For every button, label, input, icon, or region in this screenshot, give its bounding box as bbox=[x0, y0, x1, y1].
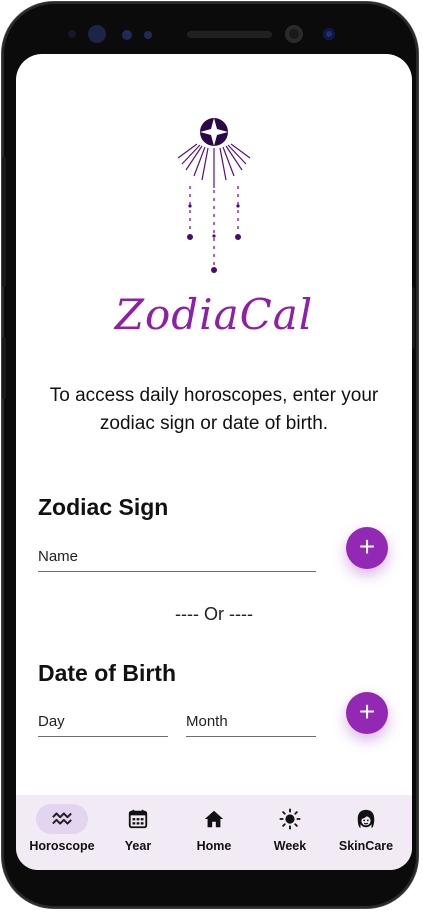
nav-label-horoscope: Horoscope bbox=[29, 839, 95, 853]
sensor bbox=[285, 25, 303, 43]
zodiacal-logo-icon bbox=[174, 104, 254, 273]
month-label: Month bbox=[186, 713, 228, 730]
nav-item-horoscope[interactable]: Horoscope bbox=[25, 795, 99, 870]
nav-label-year: Year bbox=[124, 839, 152, 853]
add-date-button[interactable]: + bbox=[346, 692, 388, 734]
intro-text: To access daily horoscopes, enter your z… bbox=[49, 385, 379, 434]
light-sensor bbox=[122, 30, 132, 40]
earpiece-speaker bbox=[187, 31, 272, 38]
nav-item-home[interactable]: Home bbox=[177, 795, 251, 870]
front-camera bbox=[323, 28, 335, 40]
nav-active-indicator bbox=[36, 804, 88, 834]
nav-item-week[interactable]: Week bbox=[253, 795, 327, 870]
date-of-birth-title: Date of Birth bbox=[38, 660, 176, 686]
phone-frame: ZodiaCal To access daily horoscopes, ent… bbox=[2, 2, 418, 908]
bixby-button bbox=[2, 337, 6, 399]
nav-item-year[interactable]: Year bbox=[101, 795, 175, 870]
home-icon bbox=[204, 810, 224, 828]
bottom-navigation: Horoscope Year Home Week SkinCare bbox=[16, 795, 412, 870]
plus-icon: + bbox=[358, 696, 376, 727]
name-label: Name bbox=[38, 548, 79, 565]
add-zodiac-button[interactable]: + bbox=[346, 527, 388, 569]
face-icon bbox=[357, 809, 375, 829]
day-label: Day bbox=[38, 713, 65, 730]
or-separator: ---- Or ---- bbox=[175, 604, 253, 624]
aquarius-icon bbox=[52, 812, 72, 825]
proximity-sensor bbox=[68, 30, 76, 38]
day-field[interactable]: Day bbox=[38, 707, 168, 737]
name-field[interactable]: Name bbox=[38, 542, 316, 572]
month-field[interactable]: Month bbox=[186, 707, 316, 737]
app-screen: ZodiaCal To access daily horoscopes, ent… bbox=[16, 54, 412, 870]
calendar-icon bbox=[128, 809, 148, 829]
iris-sensor bbox=[88, 25, 106, 43]
sun-icon bbox=[279, 808, 301, 830]
nav-label-week: Week bbox=[273, 839, 307, 853]
nav-item-skincare[interactable]: SkinCare bbox=[329, 795, 403, 870]
volume-button bbox=[2, 157, 6, 287]
status-led bbox=[144, 31, 152, 39]
nav-label-home: Home bbox=[196, 839, 232, 853]
plus-icon: + bbox=[358, 531, 376, 562]
zodiac-sign-title: Zodiac Sign bbox=[38, 494, 169, 520]
brand-title: ZodiaCal bbox=[114, 290, 314, 339]
nav-label-skincare: SkinCare bbox=[338, 839, 394, 853]
